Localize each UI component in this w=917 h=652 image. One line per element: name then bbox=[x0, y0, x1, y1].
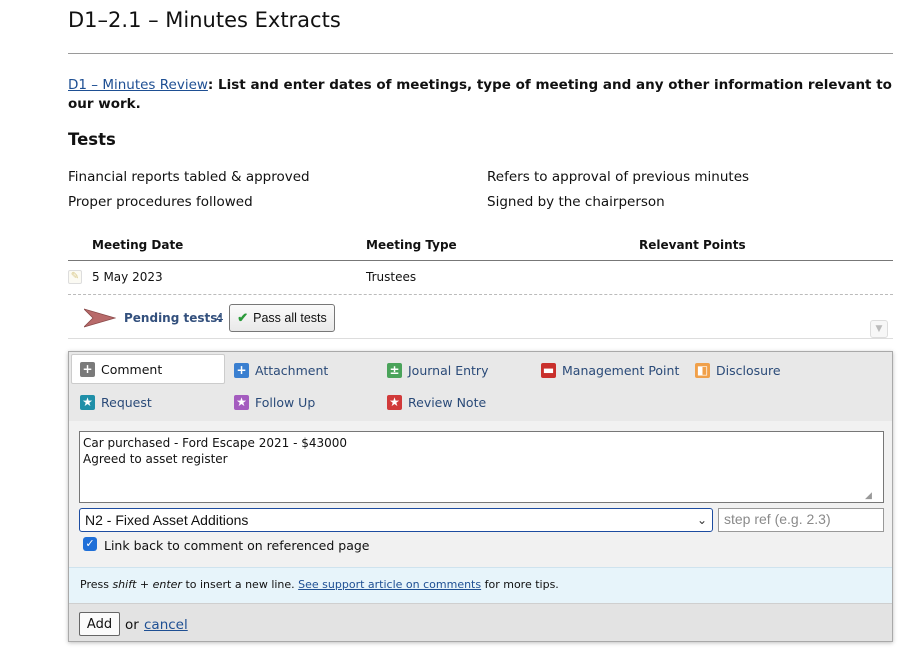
test-item: Signed by the chairperson bbox=[487, 194, 665, 210]
link-back-label: Link back to comment on referenced page bbox=[104, 538, 370, 553]
intro-colon: : bbox=[207, 77, 214, 93]
plus-icon: + bbox=[234, 362, 249, 378]
intro-text: D1 – Minutes Review: List and enter date… bbox=[68, 76, 893, 114]
type-tab-request[interactable]: ★ Request bbox=[72, 387, 152, 417]
type-tab-management-point[interactable]: ▬ Management Point bbox=[533, 355, 679, 385]
arrow-right-icon bbox=[84, 308, 116, 328]
column-header-relevant-points[interactable]: Relevant Points bbox=[639, 238, 746, 252]
type-tab-label: Review Note bbox=[408, 394, 487, 410]
type-tab-disclosure[interactable]: ◧ Disclosure bbox=[687, 355, 781, 385]
plus-minus-icon: ± bbox=[387, 362, 402, 378]
comment-editor: Car purchased - Ford Escape 2021 - $4300… bbox=[69, 421, 892, 567]
test-item: Proper procedures followed bbox=[68, 194, 253, 210]
reference-select[interactable]: N2 - Fixed Asset Additions ⌄ bbox=[79, 508, 713, 532]
type-tab-label: Journal Entry bbox=[408, 362, 489, 378]
type-tab-label: Attachment bbox=[255, 362, 329, 378]
test-item: Financial reports tabled & approved bbox=[68, 169, 310, 185]
management-icon: ▬ bbox=[541, 362, 556, 378]
checkmark-icon: ✔ bbox=[237, 310, 249, 325]
pass-all-tests-label: Pass all tests bbox=[253, 311, 327, 325]
pending-tests-label: Pending tests: bbox=[124, 311, 223, 325]
add-button[interactable]: Add bbox=[79, 612, 120, 636]
type-tab-comment[interactable]: + Comment bbox=[71, 354, 225, 384]
page-title: D1–2.1 – Minutes Extracts bbox=[68, 8, 341, 32]
type-tab-follow-up[interactable]: ★ Follow Up bbox=[226, 387, 315, 417]
column-header-meeting-type[interactable]: Meeting Type bbox=[366, 238, 457, 252]
tip-middle: to insert a new line. bbox=[181, 578, 299, 591]
star-icon: ★ bbox=[387, 394, 402, 410]
type-tab-label: Disclosure bbox=[716, 362, 781, 378]
minutes-review-link[interactable]: D1 – Minutes Review bbox=[68, 77, 208, 93]
pass-all-tests-button[interactable]: ✔ Pass all tests bbox=[229, 304, 335, 332]
type-tab-journal-entry[interactable]: ± Journal Entry bbox=[379, 355, 488, 385]
disclosure-icon: ◧ bbox=[695, 362, 710, 378]
type-tab-label: Request bbox=[101, 394, 152, 410]
chevron-down-icon: ⌄ bbox=[696, 513, 707, 527]
table-cell-date: 5 May 2023 bbox=[92, 270, 163, 284]
tip-keys: shift + enter bbox=[112, 578, 182, 591]
reference-select-value: N2 - Fixed Asset Additions bbox=[85, 512, 249, 528]
step-ref-input[interactable]: step ref (e.g. 2.3) bbox=[718, 508, 884, 532]
column-header-meeting-date[interactable]: Meeting Date bbox=[92, 238, 183, 252]
comment-textarea[interactable]: Car purchased - Ford Escape 2021 - $4300… bbox=[79, 431, 884, 503]
action-bar: Add or cancel bbox=[69, 603, 892, 641]
table-cell-type: Trustees bbox=[366, 270, 417, 284]
tip-prefix: Press bbox=[80, 578, 113, 591]
tip-bar: Press shift + enter to insert a new line… bbox=[69, 567, 892, 603]
tests-heading: Tests bbox=[68, 130, 116, 149]
star-icon: ★ bbox=[80, 394, 95, 410]
pending-divider bbox=[68, 338, 893, 339]
type-tab-label: Management Point bbox=[562, 362, 680, 378]
title-divider bbox=[68, 53, 893, 54]
support-article-link[interactable]: See support article on comments bbox=[298, 578, 481, 591]
cancel-link[interactable]: cancel bbox=[144, 617, 188, 633]
chevron-down-icon[interactable]: ▼ bbox=[870, 320, 888, 338]
table-header-divider bbox=[68, 260, 893, 261]
type-tab-label: Follow Up bbox=[255, 394, 316, 410]
type-tab-label: Comment bbox=[101, 361, 163, 377]
type-tab-review-note[interactable]: ★ Review Note bbox=[379, 387, 486, 417]
table-row-divider bbox=[68, 294, 893, 295]
comment-panel: + Comment + Attachment ± Journal Entry ▬… bbox=[68, 351, 893, 642]
plus-icon: + bbox=[80, 361, 95, 377]
or-text: or bbox=[125, 617, 139, 633]
type-tab-attachment[interactable]: + Attachment bbox=[226, 355, 328, 385]
pending-tests-count: 4 bbox=[216, 311, 224, 325]
star-icon: ★ bbox=[234, 394, 249, 410]
tip-suffix: for more tips. bbox=[481, 578, 559, 591]
test-item: Refers to approval of previous minutes bbox=[487, 169, 750, 185]
link-back-checkbox[interactable]: ✓ bbox=[83, 537, 97, 551]
pencil-icon[interactable]: ✎ bbox=[68, 270, 82, 284]
